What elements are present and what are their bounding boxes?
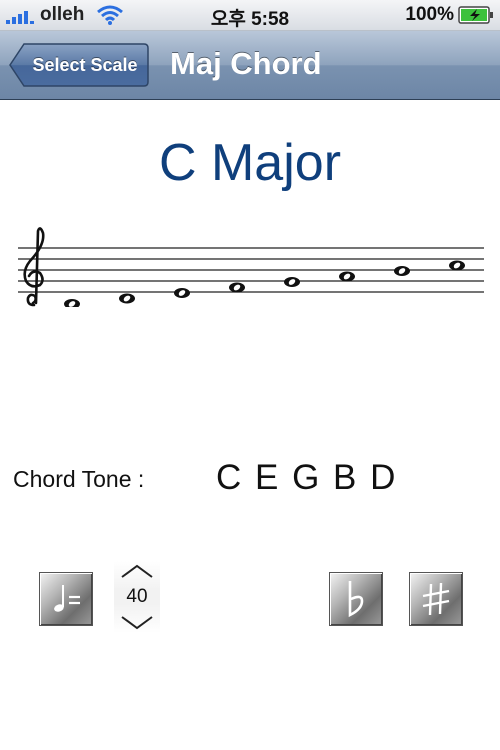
treble-clef-icon — [23, 227, 45, 307]
sharp-button[interactable] — [409, 572, 463, 626]
quarter-note-equals-icon — [54, 585, 80, 612]
chord-tones: C E G B D — [216, 458, 396, 497]
battery-percentage: 100% — [405, 4, 454, 25]
tempo-increase-arrow-icon[interactable] — [114, 561, 160, 581]
flat-button[interactable] — [329, 572, 383, 626]
tempo-button[interactable] — [39, 572, 93, 626]
battery-charging-icon — [458, 6, 493, 24]
back-button-label: Select Scale — [32, 55, 138, 75]
navigation-bar: Select Scale Maj Chord — [0, 31, 500, 100]
sharp-icon — [422, 582, 450, 616]
music-staff — [18, 227, 484, 307]
page-title: Maj Chord — [170, 46, 322, 81]
scale-notes — [64, 260, 465, 307]
tempo-value: 40 — [126, 586, 148, 607]
flat-icon — [348, 581, 364, 618]
select-scale-back-button[interactable]: Select Scale — [8, 42, 150, 88]
scale-title: C Major — [158, 134, 342, 192]
chord-tone-label: Chord Tone : — [13, 466, 145, 492]
status-bar: olleh 오후 5:58 100% — [0, 0, 500, 31]
tempo-decrease-arrow-icon[interactable] — [114, 613, 160, 633]
tempo-stepper: 40 — [114, 561, 160, 633]
